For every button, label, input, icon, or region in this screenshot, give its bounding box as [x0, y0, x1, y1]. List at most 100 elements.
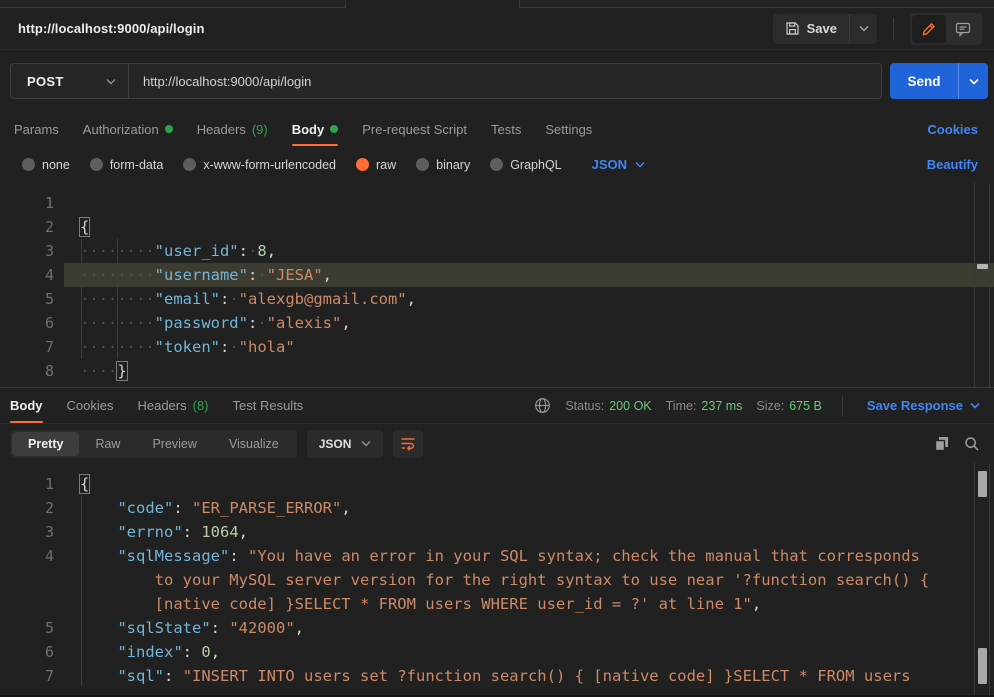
response-view-preview[interactable]: Preview [136, 432, 212, 456]
scrollbar-marker[interactable] [977, 264, 988, 269]
request-tab-params[interactable]: Params [14, 112, 59, 146]
comment-button[interactable] [946, 15, 980, 43]
code-line[interactable]: 4 "sqlMessage": "You have an error in yo… [0, 544, 994, 568]
code-token: , [267, 242, 276, 260]
radio-label: x-www-form-urlencoded [203, 158, 336, 172]
comment-icon [955, 21, 971, 37]
body-language-select[interactable]: JSON [592, 157, 645, 172]
code-token [80, 643, 117, 661]
line-number: 6 [0, 311, 64, 335]
request-tab-settings[interactable]: Settings [545, 112, 592, 146]
save-button[interactable]: Save [773, 14, 849, 44]
inactive-tab-area-left[interactable] [0, 0, 345, 8]
request-tab-headers[interactable]: Headers(9) [197, 112, 268, 146]
code-token: { [80, 218, 89, 236]
response-tab-cookies[interactable]: Cookies [67, 388, 114, 423]
send-options-button[interactable] [958, 63, 988, 99]
indent-guide [81, 239, 82, 359]
tab-label: Settings [545, 122, 592, 137]
save-response-button[interactable]: Save Response [867, 398, 980, 413]
edit-button[interactable] [912, 15, 946, 43]
code-token [239, 547, 248, 565]
inactive-tab-area-right[interactable] [520, 0, 994, 8]
code-line[interactable]: 1{ [0, 472, 994, 496]
request-tab-body[interactable]: Body [292, 112, 339, 146]
beautify-link[interactable]: Beautify [927, 157, 978, 172]
code-token: "ER_PARSE_ERROR" [192, 499, 341, 517]
body-mode-graphql[interactable]: GraphQL [490, 158, 561, 172]
response-view-raw[interactable]: Raw [79, 432, 136, 456]
size-badge[interactable]: Size: 675 B [756, 399, 821, 413]
code-line[interactable]: 5 "sqlState": "42000", [0, 616, 994, 640]
request-editor-scrollbar[interactable] [974, 183, 990, 387]
code-line[interactable]: [native code] }SELECT * FROM users WHERE… [0, 592, 994, 616]
code-line[interactable]: 8····} [0, 359, 994, 383]
response-view-switcher: PrettyRawPreviewVisualize [10, 430, 297, 458]
code-line[interactable]: 7 "sql": "INSERT INTO users set ?functio… [0, 664, 994, 688]
edit-comment-group [910, 13, 982, 45]
request-tab-pre-request-script[interactable]: Pre-request Script [362, 112, 467, 146]
code-line[interactable]: 6 "index": 0, [0, 640, 994, 664]
code-token: "index" [117, 643, 182, 661]
active-request-tab[interactable] [345, 0, 520, 8]
request-body-editor[interactable]: 12{3········"user_id":·8,4········"usern… [0, 183, 994, 388]
body-mode-form-data[interactable]: form-data [90, 158, 164, 172]
code-line[interactable]: 4········"username":·"JESA", [0, 263, 994, 287]
time-badge[interactable]: Time: 237 ms [666, 399, 743, 413]
code-line-text: "sql": "INSERT INTO users set ?function … [64, 664, 994, 688]
response-view-visualize[interactable]: Visualize [213, 432, 295, 456]
code-line[interactable]: to your MySQL server version for the rig… [0, 568, 994, 592]
code-line-text: "sqlState": "42000", [64, 616, 994, 640]
body-mode-raw[interactable]: raw [356, 158, 396, 172]
code-token: : [173, 499, 182, 517]
code-line[interactable]: 7········"token":·"hola" [0, 335, 994, 359]
code-token: "hola" [239, 338, 295, 356]
body-mode-x-www-form-urlencoded[interactable]: x-www-form-urlencoded [183, 158, 336, 172]
line-number: 4 [0, 544, 64, 568]
method-select[interactable]: POST [10, 63, 128, 99]
globe-icon [534, 397, 551, 414]
response-tab-body[interactable]: Body [10, 388, 43, 423]
copy-button[interactable] [934, 436, 950, 452]
request-tab-tests[interactable]: Tests [491, 112, 521, 146]
code-token: 0 [201, 643, 210, 661]
request-tab-authorization[interactable]: Authorization [83, 112, 173, 146]
save-split-button: Save [773, 14, 877, 44]
request-title-bar: http://localhost:9000/api/login Save [0, 8, 994, 50]
wrap-text-button[interactable] [393, 430, 423, 458]
save-options-button[interactable] [849, 14, 877, 44]
response-tab-test-results[interactable]: Test Results [233, 388, 304, 423]
cookies-link[interactable]: Cookies [927, 122, 978, 137]
code-token: , [752, 595, 761, 613]
code-line[interactable]: 2{ [0, 215, 994, 239]
response-language-select[interactable]: JSON [307, 430, 384, 458]
url-input[interactable] [128, 63, 882, 99]
scrollbar-marker[interactable] [978, 648, 987, 684]
search-icon[interactable] [964, 436, 980, 452]
code-line[interactable]: 3········"user_id":·8, [0, 239, 994, 263]
line-number [0, 592, 64, 616]
body-mode-binary[interactable]: binary [416, 158, 470, 172]
code-line[interactable]: 3 "errno": 1064, [0, 520, 994, 544]
code-line[interactable]: 2 "code": "ER_PARSE_ERROR", [0, 496, 994, 520]
code-line-text: "sqlMessage": "You have an error in your… [64, 544, 994, 568]
code-token [220, 619, 229, 637]
save-icon [785, 21, 800, 36]
code-line[interactable]: 5········"email":·"alexgb@gmail.com", [0, 287, 994, 311]
tab-count: (8) [193, 398, 209, 413]
response-editor-scrollbar[interactable] [974, 463, 990, 695]
response-view-pretty[interactable]: Pretty [12, 432, 79, 456]
code-token [80, 547, 117, 565]
line-number: 8 [0, 359, 64, 383]
response-body-editor[interactable]: 1{2 "code": "ER_PARSE_ERROR",3 "errno": … [0, 463, 994, 695]
green-dot-icon [330, 125, 338, 133]
code-token [80, 619, 117, 637]
body-mode-none[interactable]: none [22, 158, 70, 172]
code-line[interactable]: 1 [0, 191, 994, 215]
response-tab-headers[interactable]: Headers(8) [137, 388, 208, 423]
send-button[interactable]: Send [890, 63, 958, 99]
code-line[interactable]: 6········"password":·"alexis", [0, 311, 994, 335]
scrollbar-thumb[interactable] [978, 471, 987, 497]
code-token: "username" [155, 266, 248, 284]
status-badge[interactable]: Status: 200 OK [565, 399, 651, 413]
